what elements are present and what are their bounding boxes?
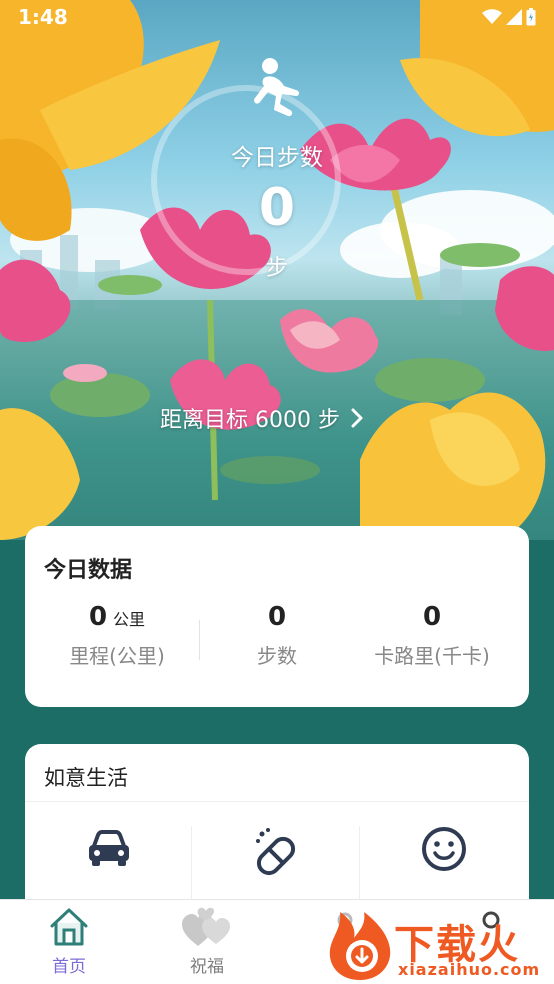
chevron-right-icon	[351, 408, 363, 428]
goal-text: 距离目标 6000 步	[160, 408, 340, 433]
stat-steps[interactable]: 0 步数	[193, 602, 361, 669]
hearts-icon	[182, 907, 230, 946]
tab-home[interactable]: 首页	[0, 900, 138, 984]
status-icons	[482, 8, 536, 26]
today-steps-label: 今日步数	[231, 145, 323, 171]
divider	[25, 801, 529, 802]
watermark-logo: 下载火 xiazaihuo.com	[326, 906, 554, 984]
runner-icon	[254, 58, 299, 117]
tab-home-label: 首页	[52, 957, 86, 977]
home-icon	[50, 908, 88, 946]
today-data-card: 今日数据 0 公里 里程(公里) 0 步数 0 卡路里(千卡)	[25, 526, 529, 707]
goal-link[interactable]: 距离目标 6000 步	[160, 398, 364, 438]
smile-icon	[421, 827, 466, 871]
today-data-title: 今日数据	[44, 558, 133, 583]
ruyi-life-title: 如意生活	[44, 766, 128, 790]
stat-distance-value: 0	[88, 602, 108, 632]
stat-steps-label: 步数	[257, 644, 297, 668]
status-bar: 1:48	[0, 0, 554, 34]
stat-calories-label: 卡路里(千卡)	[374, 644, 490, 668]
today-steps-value: 0	[258, 178, 296, 238]
tab-blessing[interactable]: 祝福	[138, 900, 276, 984]
stat-calories-value: 0	[422, 602, 442, 632]
stat-calories[interactable]: 0 卡路里(千卡)	[348, 602, 516, 669]
watermark-url: xiazaihuo.com	[398, 960, 541, 979]
flame-logo-icon	[329, 912, 391, 980]
wifi-icon	[482, 9, 502, 24]
hero-banner: 1:48 今日步数 0 步 距离目标 6000 步	[0, 0, 554, 540]
status-time: 1:48	[18, 5, 68, 29]
stat-distance-unit: 公里	[113, 610, 146, 629]
signal-icon	[506, 9, 522, 25]
stat-distance-label: 里程(公里)	[69, 644, 165, 668]
tab-blessing-label: 祝福	[190, 957, 224, 977]
battery-icon	[526, 8, 536, 26]
car-icon	[88, 830, 129, 866]
stat-distance[interactable]: 0 公里 里程(公里)	[33, 602, 201, 669]
today-steps-unit: 步	[265, 256, 288, 281]
stat-steps-value: 0	[267, 602, 287, 632]
pill-icon	[255, 828, 295, 876]
